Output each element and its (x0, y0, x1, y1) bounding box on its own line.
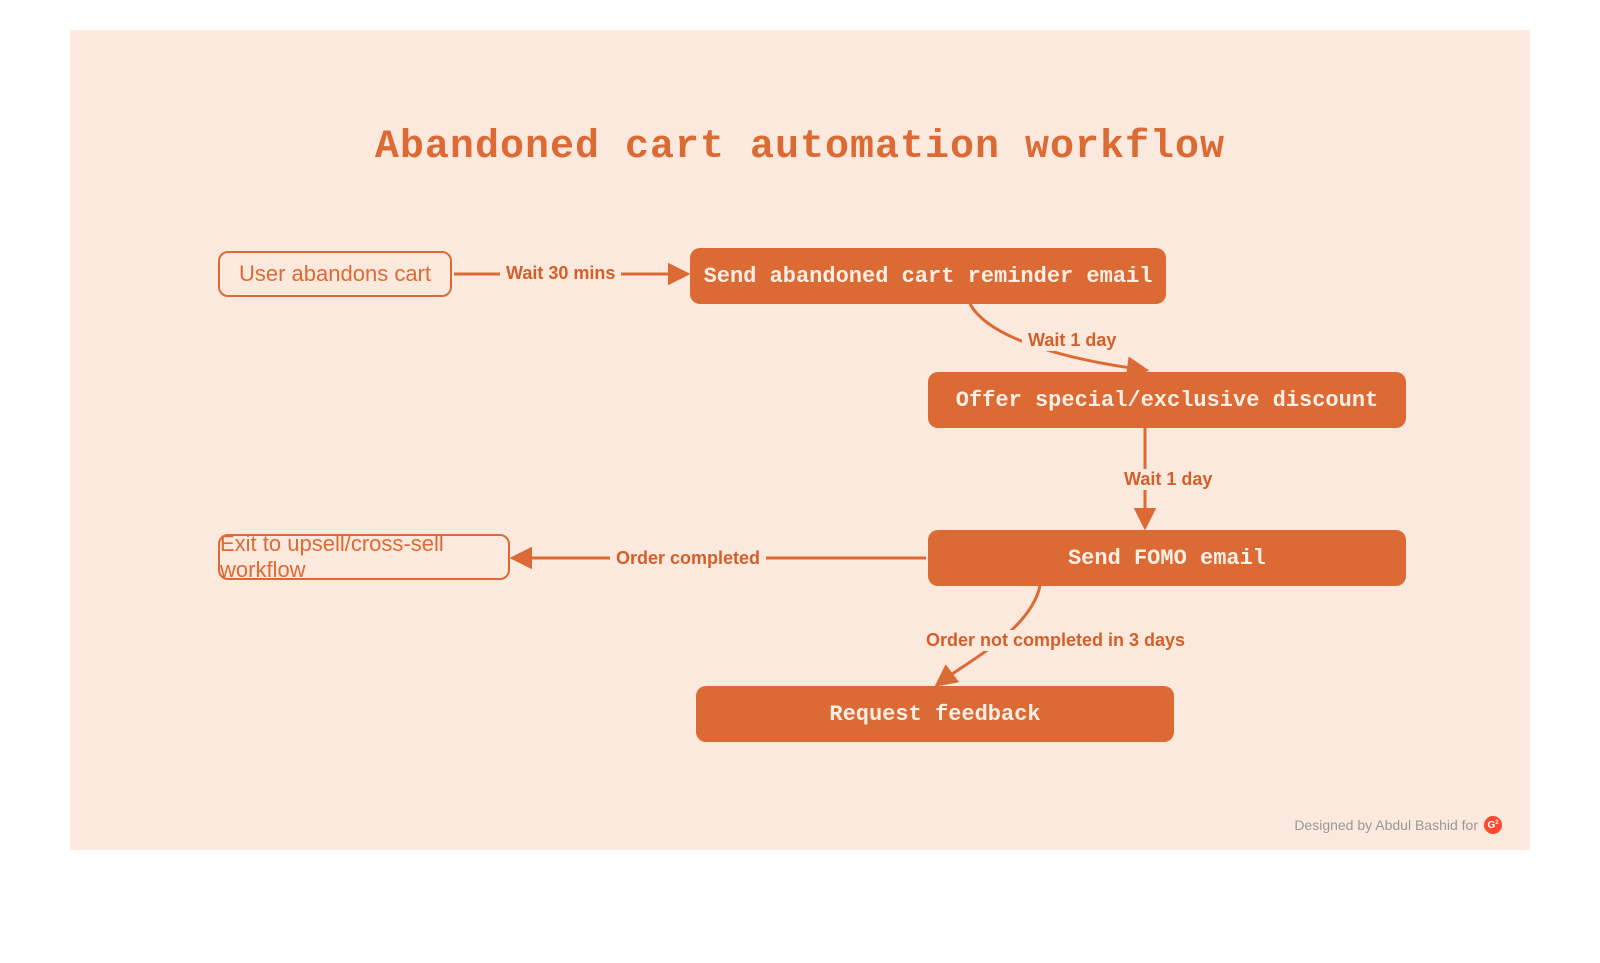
node-feedback-label: Request feedback (829, 702, 1040, 727)
node-exit: Exit to upsell/cross-sell workflow (218, 534, 510, 580)
node-start: User abandons cart (218, 251, 452, 297)
node-feedback: Request feedback (696, 686, 1174, 742)
node-fomo: Send FOMO email (928, 530, 1406, 586)
g2-logo-icon: G2 (1484, 816, 1502, 834)
node-reminder-label: Send abandoned cart reminder email (704, 264, 1153, 289)
diagram-canvas: Abandoned cart automation workflow User … (70, 30, 1530, 850)
diagram-title: Abandoned cart automation workflow (70, 125, 1530, 170)
node-fomo-label: Send FOMO email (1068, 546, 1266, 571)
node-exit-label: Exit to upsell/cross-sell workflow (220, 531, 508, 583)
edge-label-wait1a: Wait 1 day (1022, 330, 1122, 351)
credit-line: Designed by Abdul Bashid for G2 (1294, 816, 1502, 834)
edge-label-order-done: Order completed (610, 548, 766, 569)
edge-label-wait1b: Wait 1 day (1118, 469, 1218, 490)
node-discount-label: Offer special/exclusive discount (956, 388, 1378, 413)
edge-label-order-notdone: Order not completed in 3 days (920, 630, 1191, 651)
edge-label-wait30: Wait 30 mins (500, 263, 621, 284)
node-reminder: Send abandoned cart reminder email (690, 248, 1166, 304)
node-discount: Offer special/exclusive discount (928, 372, 1406, 428)
node-start-label: User abandons cart (239, 261, 431, 287)
credit-text: Designed by Abdul Bashid for (1294, 817, 1478, 833)
